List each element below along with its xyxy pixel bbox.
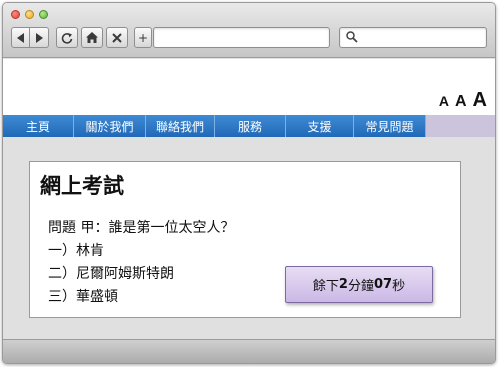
timer-minutes: 2 [338, 277, 348, 292]
timer-minutes-unit: 分鐘 [347, 279, 374, 294]
address-bar[interactable] [153, 27, 330, 48]
search-icon [346, 31, 358, 43]
answer-option-3[interactable]: 三）華盛頓 [48, 286, 118, 306]
browser-window: + A A A 主頁 關於我們 聯絡我們 服務 支援 常見問題 網上考試 問題 … [2, 2, 496, 364]
question-text: 問題 甲：誰是第一位太空人？ [48, 220, 235, 236]
back-button[interactable] [11, 27, 30, 48]
browser-toolbar: + [3, 3, 495, 58]
new-tab-button[interactable]: + [134, 27, 152, 48]
minimize-window-button[interactable] [25, 10, 34, 19]
timer-seconds-unit: 秒 [392, 279, 406, 294]
page-header: A A A [3, 59, 495, 115]
status-bar [3, 339, 495, 363]
nav-item-about[interactable]: 關於我們 [74, 115, 146, 137]
font-size-medium-button[interactable]: A [455, 93, 467, 111]
home-icon [86, 32, 98, 43]
home-button[interactable] [81, 27, 103, 48]
search-input[interactable] [339, 27, 487, 48]
arrow-left-icon [16, 32, 24, 43]
close-icon [112, 32, 122, 43]
countdown-timer: 餘下 2 分鐘 07 秒 [285, 266, 433, 303]
arrow-right-icon [36, 32, 43, 43]
stop-button[interactable] [106, 27, 128, 48]
main-nav: 主頁 關於我們 聯絡我們 服務 支援 常見問題 [3, 115, 495, 137]
nav-item-contact[interactable]: 聯絡我們 [146, 115, 215, 137]
nav-item-support[interactable]: 支援 [286, 115, 354, 137]
timer-seconds: 07 [373, 277, 393, 292]
nav-item-services[interactable]: 服務 [215, 115, 286, 137]
page-content: A A A 主頁 關於我們 聯絡我們 服務 支援 常見問題 網上考試 問題 甲：… [3, 59, 495, 339]
zoom-window-button[interactable] [39, 10, 48, 19]
answer-option-2[interactable]: 二）尼爾阿姆斯特朗 [48, 263, 174, 283]
exam-panel: 網上考試 問題 甲：誰是第一位太空人？ 一）林肯 二）尼爾阿姆斯特朗 三）華盛頓… [29, 161, 461, 318]
forward-button[interactable] [30, 27, 49, 48]
exam-title: 網上考試 [40, 173, 124, 198]
answer-option-1[interactable]: 一）林肯 [48, 240, 104, 260]
font-size-selector: A A A [433, 89, 487, 112]
close-window-button[interactable] [11, 10, 20, 19]
font-size-small-button[interactable]: A [439, 93, 449, 109]
nav-item-home[interactable]: 主頁 [3, 115, 74, 137]
timer-prefix: 餘下 [312, 279, 339, 294]
nav-item-faq[interactable]: 常見問題 [354, 115, 426, 137]
reload-button[interactable] [56, 27, 78, 48]
font-size-large-button[interactable]: A [473, 89, 487, 112]
reload-icon [61, 32, 73, 44]
